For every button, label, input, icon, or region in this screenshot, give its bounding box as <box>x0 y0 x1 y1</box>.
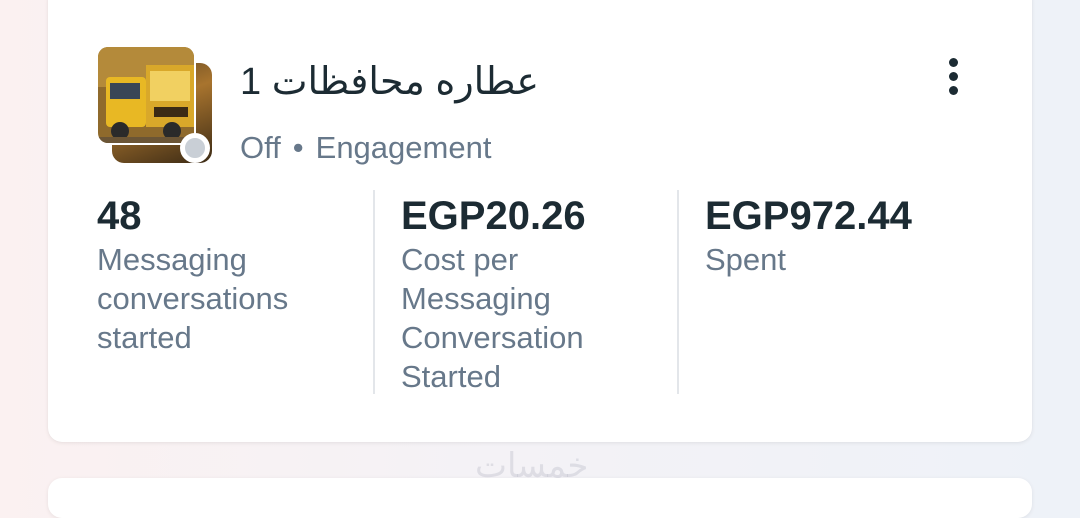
metric-divider <box>677 190 679 394</box>
more-dot <box>949 58 958 67</box>
metric-label: Messaging conversations started <box>97 242 289 355</box>
metric-label: Cost per Messaging Conversation Started <box>401 242 584 394</box>
campaign-objective: Engagement <box>315 130 492 165</box>
metric-value: EGP20.26 <box>401 194 586 238</box>
metric-conversations[interactable]: 48 Messaging conversations started <box>97 192 357 357</box>
campaign-thumbnail[interactable] <box>96 45 218 167</box>
more-dot <box>949 86 958 95</box>
subtitle-separator: • <box>292 130 304 165</box>
metric-value: EGP972.44 <box>705 194 912 238</box>
campaign-title[interactable]: عطاره محافظات 1 <box>240 60 539 104</box>
more-vertical-icon[interactable] <box>932 52 976 102</box>
metric-divider <box>373 190 375 394</box>
metric-label: Spent <box>705 242 787 277</box>
campaign-status: Off <box>240 130 281 165</box>
truck-image <box>98 47 194 143</box>
watermark: خمسات <box>475 447 589 485</box>
campaign-subtitle: Off • Engagement <box>240 130 491 166</box>
metric-value: 48 <box>97 194 142 238</box>
metric-cost-per-result[interactable]: EGP20.26 Cost per Messaging Conversation… <box>401 192 651 396</box>
more-dot <box>949 72 958 81</box>
metric-spent[interactable]: EGP972.44 Spent <box>705 192 965 279</box>
truck-ad-thumbnail <box>96 45 196 145</box>
status-indicator-dot <box>180 133 210 163</box>
